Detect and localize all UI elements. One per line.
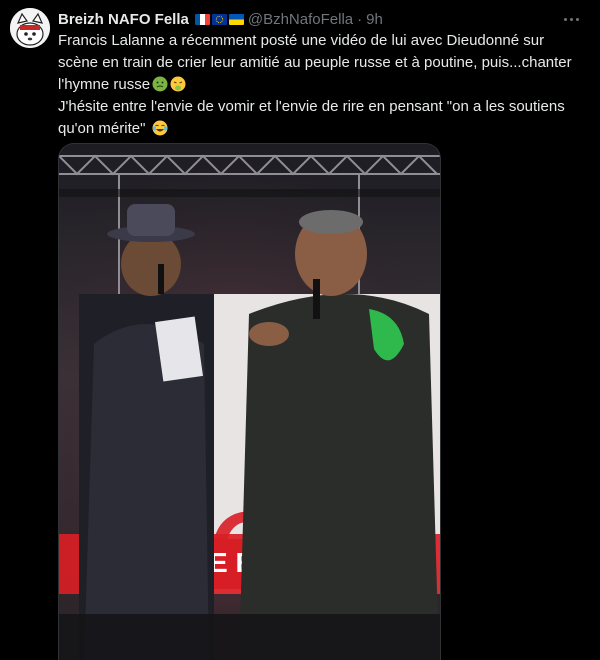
tweet-video[interactable]: Ge E ÉDI (58, 143, 441, 660)
tweet-paragraph-2-text: J'hésite entre l'envie de vomir et l'env… (58, 98, 565, 137)
tweet-paragraph-1-text: Francis Lalanne a récemment posté une vi… (58, 32, 572, 93)
tweet[interactable]: Breizh NAFO Fella @BzhNafoFella · 9h Fra… (0, 0, 600, 660)
tweet-header: Breizh NAFO Fella @BzhNafoFella · 9h (58, 9, 560, 29)
video-frame: Ge E ÉDI (59, 144, 440, 660)
nauseated-face-icon (152, 76, 168, 92)
eu-flag-icon (211, 13, 227, 25)
tweet-paragraph-2: J'hésite entre l'envie de vomir et l'env… (58, 96, 583, 140)
avatar-image (10, 8, 50, 48)
separator-dot: · (357, 10, 363, 28)
author-flags (194, 13, 244, 25)
more-options-icon[interactable] (560, 10, 582, 28)
ukraine-flag-icon (228, 13, 244, 25)
timestamp[interactable]: 9h (366, 11, 383, 28)
author-name[interactable]: Breizh NAFO Fella (58, 11, 189, 28)
france-flag-icon (194, 13, 210, 25)
tears-of-joy-icon (152, 120, 168, 136)
tweet-text: Francis Lalanne a récemment posté une vi… (58, 30, 583, 140)
vomiting-face-icon (170, 76, 186, 92)
avatar[interactable] (10, 8, 50, 48)
tweet-paragraph-1: Francis Lalanne a récemment posté une vi… (58, 30, 583, 96)
author-handle[interactable]: @BzhNafoFella (248, 11, 353, 28)
